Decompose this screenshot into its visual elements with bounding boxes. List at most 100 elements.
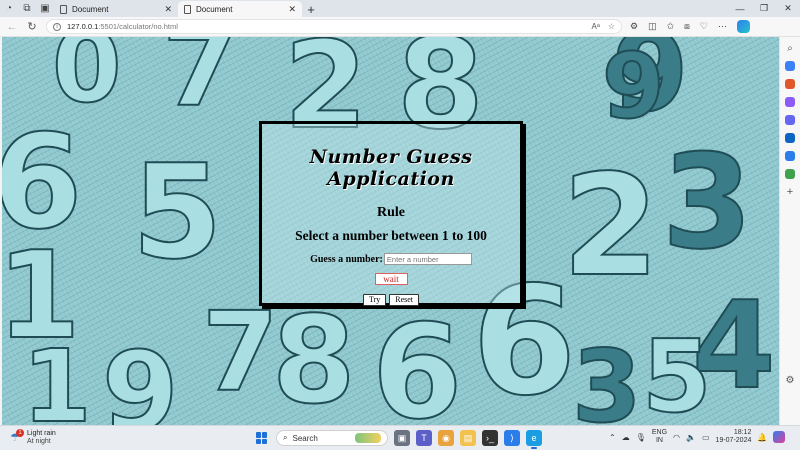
refresh-icon[interactable]: ↻ bbox=[26, 20, 38, 33]
microphone-icon[interactable]: 🎙 bbox=[636, 433, 646, 442]
search-highlight-icon bbox=[355, 433, 381, 443]
status-message: wait bbox=[374, 273, 408, 285]
close-window-button[interactable]: ✕ bbox=[776, 0, 800, 17]
tools-icon[interactable] bbox=[785, 79, 795, 89]
copilot-icon[interactable] bbox=[736, 20, 750, 33]
site-info-icon[interactable]: i bbox=[53, 22, 61, 31]
minimize-button[interactable]: — bbox=[728, 0, 752, 17]
add-icon[interactable]: + bbox=[785, 186, 795, 198]
guess-label: Guess a number: bbox=[310, 253, 383, 265]
background-digit: 5 bbox=[131, 136, 223, 288]
edge-sidebar: ⌕ + ⚙ bbox=[779, 37, 800, 425]
copilot-tray-icon[interactable] bbox=[773, 431, 786, 443]
outlook-icon[interactable] bbox=[785, 133, 795, 143]
weather-condition: Light rain bbox=[27, 430, 56, 437]
background-digit: 6 bbox=[2, 106, 83, 258]
profile-icon[interactable]: ◔ bbox=[0, 0, 18, 17]
reset-button[interactable]: Reset bbox=[389, 294, 420, 306]
url-path: :5501/calculator/no.html bbox=[98, 22, 178, 31]
weather-time: At night bbox=[27, 438, 51, 445]
tab-label: Document bbox=[196, 4, 233, 14]
games-icon[interactable] bbox=[785, 97, 795, 107]
edge-icon[interactable]: e bbox=[526, 430, 542, 449]
guess-input[interactable] bbox=[383, 253, 472, 265]
try-button[interactable]: Try bbox=[362, 294, 387, 306]
browser-essentials-icon[interactable]: ♡ bbox=[700, 21, 708, 32]
tab-document-1[interactable]: Document ✕ bbox=[54, 1, 178, 17]
settings-icon[interactable]: ⚙ bbox=[785, 375, 795, 386]
background-digit: 4 bbox=[691, 277, 776, 416]
search-placeholder: Search bbox=[292, 433, 318, 443]
split-screen-icon[interactable]: ◫ bbox=[648, 21, 657, 32]
search-icon[interactable]: ⌕ bbox=[785, 43, 795, 54]
language-indicator[interactable]: ENG IN bbox=[652, 429, 667, 445]
teams-icon[interactable]: T bbox=[416, 430, 432, 446]
language-code: ENG bbox=[651, 429, 668, 436]
task-view-icon[interactable]: ▣ bbox=[394, 430, 410, 446]
document-icon bbox=[60, 4, 67, 14]
copilot-sidebar-icon[interactable] bbox=[785, 115, 795, 125]
send-icon[interactable] bbox=[785, 151, 795, 161]
rain-icon: ☂ 1 bbox=[10, 429, 24, 444]
new-tab-button[interactable]: + bbox=[302, 1, 320, 17]
vscode-icon[interactable]: ⟩ bbox=[504, 430, 520, 446]
tree-icon[interactable] bbox=[785, 169, 795, 179]
battery-icon[interactable]: ▭ bbox=[702, 433, 710, 442]
background-digit: 9 bbox=[611, 37, 690, 136]
background-digit: 7 bbox=[161, 37, 240, 131]
start-button[interactable] bbox=[256, 432, 268, 444]
rule-heading: Rule bbox=[377, 205, 405, 220]
extensions-icon[interactable]: ⚙ bbox=[630, 21, 638, 32]
background-digit: 8 bbox=[271, 292, 356, 425]
background-digit: 9 bbox=[601, 37, 666, 139]
app-title: Number Guess Application bbox=[309, 146, 473, 190]
tab-document-2[interactable]: Document ✕ bbox=[178, 1, 302, 17]
background-digit: 6 bbox=[371, 296, 463, 425]
favorite-icon[interactable]: ☆ bbox=[608, 22, 615, 31]
tab-strip: ◔ ⧉ ▣ Document ✕ Document ✕ + — ❐ ✕ bbox=[0, 0, 800, 17]
taskbar: ☂ 1 Light rain At night ⌕ Search ▣ T ◉ ▤ … bbox=[0, 425, 800, 450]
url-host: 127.0.0.1 bbox=[67, 22, 99, 31]
background-digit: 1 bbox=[2, 227, 81, 366]
restore-button[interactable]: ❐ bbox=[752, 0, 776, 17]
cloud-icon[interactable]: ☁ bbox=[622, 433, 630, 442]
notification-badge: 1 bbox=[16, 429, 24, 437]
document-icon bbox=[184, 4, 191, 14]
workspaces-icon[interactable]: ⧉ bbox=[18, 0, 36, 17]
chrome-icon[interactable]: ◉ bbox=[438, 430, 454, 446]
clock[interactable]: 18:12 19-07-2024 bbox=[716, 429, 752, 445]
clock-date: 19-07-2024 bbox=[715, 437, 752, 444]
shopping-icon[interactable] bbox=[785, 61, 795, 71]
read-aloud-icon[interactable]: Aᵃ bbox=[592, 22, 600, 31]
background-digit: 3 bbox=[661, 126, 753, 278]
chevron-up-icon[interactable]: ⌃ bbox=[609, 433, 616, 442]
background-digit: 0 bbox=[51, 37, 123, 125]
terminal-icon[interactable]: ›_ bbox=[482, 430, 498, 446]
search-icon: ⌕ bbox=[283, 433, 288, 442]
close-tab-icon[interactable]: ✕ bbox=[164, 4, 172, 15]
tab-label: Document bbox=[72, 4, 109, 14]
file-explorer-icon[interactable]: ▤ bbox=[460, 430, 476, 446]
more-icon[interactable]: ⋯ bbox=[718, 21, 727, 32]
favorites-icon[interactable]: ✩ bbox=[667, 21, 675, 32]
address-bar[interactable]: i 127.0.0.1:5501/calculator/no.html Aᵃ ☆ bbox=[46, 19, 622, 34]
rule-text: Select a number between 1 to 100 bbox=[295, 228, 487, 243]
browser-toolbar: ← ↻ i 127.0.0.1:5501/calculator/no.html … bbox=[0, 17, 800, 37]
collections-icon[interactable]: ⧈ bbox=[684, 21, 690, 32]
pinned-apps: ▣ T ◉ ▤ ›_ ⟩ e bbox=[394, 430, 542, 449]
taskbar-search[interactable]: ⌕ Search bbox=[276, 430, 388, 446]
background-digit: 2 bbox=[561, 145, 660, 308]
tab-actions-icon[interactable]: ▣ bbox=[36, 0, 54, 17]
game-panel: Number Guess Application Rule Select a n… bbox=[259, 121, 523, 306]
close-tab-icon[interactable]: ✕ bbox=[288, 4, 296, 15]
background-digit: 3 bbox=[571, 328, 643, 426]
speaker-icon[interactable]: 🔈 bbox=[686, 433, 696, 442]
notification-bell-icon[interactable]: 🔔 bbox=[757, 433, 767, 442]
page-viewport: 2 8 9 6 5 2 3 0 7 1 4 6 8 9 3 7 1 6 5 9 … bbox=[2, 37, 779, 425]
background-digit: 1 bbox=[21, 328, 93, 426]
wifi-icon[interactable]: ◠ bbox=[673, 433, 680, 442]
weather-widget[interactable]: ☂ 1 Light rain At night bbox=[10, 429, 56, 446]
guess-row: Guess a number: bbox=[262, 253, 520, 265]
back-icon[interactable]: ← bbox=[6, 21, 18, 33]
system-tray: ⌃ ☁ 🎙 ENG IN ◠ 🔈 ▭ 18:12 19-07-2024 🔔 bbox=[609, 429, 786, 445]
